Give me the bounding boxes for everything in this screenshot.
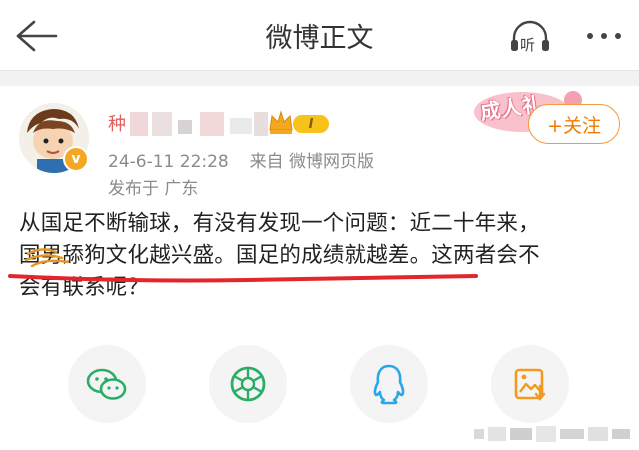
back-button[interactable]	[14, 16, 58, 56]
listen-button[interactable]: 听	[508, 16, 552, 56]
listen-label: 听	[520, 36, 536, 54]
back-arrow-icon	[16, 20, 58, 52]
share-wechat-button[interactable]	[68, 345, 146, 423]
username-first-char: 种	[108, 114, 126, 135]
more-dots-icon	[587, 33, 621, 39]
top-nav-bar: 微博正文 听	[0, 0, 639, 71]
wechat-icon	[86, 368, 127, 400]
share-qq-button[interactable]	[350, 345, 428, 423]
redacted-watermark	[474, 426, 630, 442]
post-line: 国男舔狗文化越兴盛。国足的成绩就越差。这两者会不	[19, 243, 540, 268]
blur-block	[178, 120, 192, 134]
blur-block	[152, 112, 172, 136]
post-source: 来自 微博网页版	[249, 152, 374, 172]
verified-badge-icon: v	[63, 146, 89, 172]
post-time: 24-6-11 22:28	[108, 152, 229, 172]
save-image-icon	[514, 368, 546, 401]
blur-block	[130, 112, 148, 136]
qq-icon	[373, 364, 405, 405]
post-body: 从国足不断输球，有没有发现一个问题：近二十年来， 国男舔狗文化越兴盛。国足的成绩…	[19, 208, 624, 304]
member-level-badge: I	[293, 115, 329, 133]
moments-icon	[230, 366, 266, 402]
post-line: 从国足不断输球，有没有发现一个问题：近二十年来，	[19, 211, 540, 236]
blur-block	[254, 112, 268, 136]
crown-icon	[269, 110, 293, 134]
blur-block	[200, 112, 224, 136]
follow-button[interactable]: +关注	[528, 104, 620, 144]
share-moments-button[interactable]	[209, 345, 287, 423]
section-divider	[0, 71, 639, 86]
blur-block	[230, 118, 252, 134]
more-button[interactable]	[583, 18, 627, 54]
post-meta: 24-6-11 22:28 来自 微博网页版	[108, 147, 374, 172]
post-location: 发布于 广东	[108, 179, 199, 199]
share-bar	[0, 340, 639, 423]
post-line: 会有联系呢？	[19, 275, 150, 300]
save-image-button[interactable]	[491, 345, 569, 423]
username-redacted[interactable]: 种	[108, 112, 268, 136]
